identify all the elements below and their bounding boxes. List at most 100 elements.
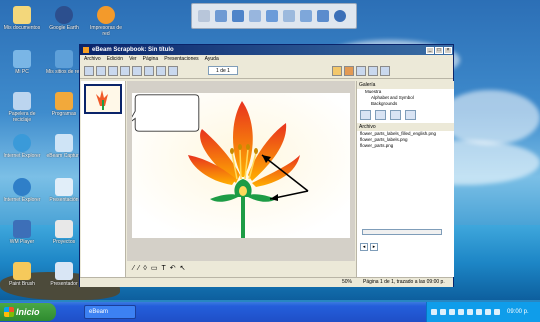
menu-edicion[interactable]: Edición (107, 56, 123, 62)
browser-icon (13, 178, 31, 196)
scrapbook-window: eBeam Scrapbook: Sin título _ □ × Archiv… (79, 44, 454, 287)
page-view-icon[interactable] (84, 65, 94, 76)
taskbar-item-ebeam[interactable]: eBeam (84, 305, 136, 319)
record-icon[interactable] (300, 10, 312, 22)
wallpaper-cloud (440, 90, 540, 145)
full-screen-icon[interactable] (108, 65, 118, 76)
toggle-panel-icon[interactable] (380, 65, 390, 76)
desktop-icon-my-documents[interactable]: Mis documentos (2, 6, 42, 31)
capture-icon[interactable] (232, 10, 244, 22)
tray-icon[interactable] (494, 309, 500, 315)
pen-tool[interactable]: ⁄ (133, 265, 134, 272)
page-info: Página 1 de 1, trazado a las 09:00 p. (363, 279, 445, 285)
globe-icon[interactable] (334, 10, 346, 22)
title-bar[interactable]: eBeam Scrapbook: Sin título _ □ × (80, 45, 453, 55)
undo-tool[interactable]: ↶ (170, 264, 176, 272)
shortcut-icon (55, 220, 73, 238)
media-icon (13, 220, 31, 238)
close-button[interactable]: × (444, 46, 452, 54)
file-item[interactable]: flower_parts.png (357, 143, 454, 149)
help-icon[interactable] (368, 65, 378, 76)
desktop-icon-programs[interactable]: Programas (44, 92, 84, 117)
copy-icon[interactable] (144, 65, 154, 76)
page-canvas[interactable]: sépalo (132, 93, 386, 238)
shape-tool[interactable]: ▭ (151, 264, 158, 272)
page-thumbnail[interactable] (84, 84, 122, 114)
desktop-icon-internet-explorer-2[interactable]: Internet Explorer (2, 178, 42, 203)
display-icon[interactable] (266, 10, 278, 22)
clock[interactable]: 09:00 p. (507, 309, 529, 315)
desktop-icon-internet-explorer[interactable]: Internet Explorer (2, 134, 42, 159)
zoom-level: 50% (342, 279, 353, 285)
import-icon[interactable] (390, 110, 401, 120)
stem (241, 197, 245, 238)
settings-icon[interactable] (356, 65, 366, 76)
desktop-icon-media-player[interactable]: WM Player (2, 220, 42, 245)
desktop-icon-printers[interactable]: Impresoras de red (86, 6, 126, 37)
callout-bubble[interactable] (132, 93, 202, 133)
main-toolbar: 1 de 1 (80, 63, 453, 79)
print-icon[interactable] (168, 65, 178, 76)
desktop-icon-paint[interactable]: Paint Brush (2, 262, 42, 287)
desktop-icon-recycle-bin[interactable]: Papelera de reciclaje (2, 92, 42, 123)
canvas-area: sépalo (127, 81, 386, 261)
tray-icon[interactable] (458, 309, 464, 315)
globe-icon (55, 6, 73, 24)
shortcut-icon (55, 262, 73, 280)
recycle-bin-icon (13, 92, 31, 110)
page-indicator[interactable]: 1 de 1 (208, 66, 238, 75)
desktop-icon-google-earth[interactable]: Google Earth (44, 6, 84, 31)
paint-icon (13, 262, 31, 280)
tray-icon[interactable] (485, 309, 491, 315)
tray-icon[interactable] (449, 309, 455, 315)
export-icon[interactable] (405, 110, 416, 120)
files-header: Archivo (357, 123, 454, 131)
folder-icon (55, 92, 73, 110)
delete-item-icon[interactable] (375, 110, 386, 120)
desktop-icon-projects[interactable]: Proyectos (44, 220, 84, 245)
screen-icon[interactable] (215, 10, 227, 22)
menu-presentaciones[interactable]: Presentaciones (164, 56, 198, 62)
pager-button[interactable]: ▸ (370, 243, 378, 251)
new-page-icon[interactable] (120, 65, 130, 76)
desktop-icon-presenter[interactable]: Presentador (44, 262, 84, 287)
desktop: Mis documentos Google Earth Impresoras d… (0, 0, 540, 322)
desktop-icon-network[interactable]: Mis sitios de red (44, 50, 84, 75)
computer-icon (13, 50, 31, 68)
delete-icon[interactable] (156, 65, 166, 76)
menu-ver[interactable]: Ver (129, 56, 137, 62)
add-item-icon[interactable] (360, 110, 371, 120)
window-title: eBeam Scrapbook: Sin título (92, 47, 174, 53)
highlighter-tool[interactable]: ⁄ (138, 265, 139, 272)
menu-archivo[interactable]: Archivo (84, 56, 101, 62)
pager-button[interactable]: ◂ (360, 243, 368, 251)
drawing-tools: ⁄ ⁄ ◊ ▭ T ↶ ↖ (127, 261, 355, 275)
text-tool[interactable]: T (161, 265, 165, 272)
gallery-title: Galería (357, 81, 454, 89)
start-button[interactable]: Inicio (0, 303, 56, 321)
monitor-icon[interactable] (249, 10, 261, 22)
browser-icon (13, 134, 31, 152)
menu-ayuda[interactable]: Ayuda (205, 56, 219, 62)
eraser-tool[interactable]: ◊ (143, 265, 146, 272)
camera-icon (55, 134, 73, 152)
minimize-button[interactable]: _ (426, 46, 434, 54)
tray-icon[interactable] (431, 309, 437, 315)
menu-pagina[interactable]: Página (143, 56, 159, 62)
save-icon[interactable] (132, 65, 142, 76)
select-tool[interactable]: ↖ (180, 264, 186, 272)
pen-tool-icon[interactable] (198, 10, 210, 22)
tray-icon[interactable] (440, 309, 446, 315)
desktop-icon-my-pc[interactable]: Mi PC (2, 50, 42, 75)
keyboard-icon[interactable] (317, 10, 329, 22)
grid-view-icon[interactable] (96, 65, 106, 76)
window-icon[interactable] (283, 10, 295, 22)
desktop-icon-presentation[interactable]: Presentación (44, 178, 84, 203)
gallery-icon[interactable] (332, 65, 342, 76)
maximize-button[interactable]: □ (435, 46, 443, 54)
network-icon[interactable] (476, 309, 482, 315)
volume-icon[interactable] (467, 309, 473, 315)
horizontal-scrollbar[interactable] (362, 229, 442, 235)
desktop-icon-ebeam-capture[interactable]: eBeam Capture (44, 134, 84, 159)
image-icon[interactable] (344, 65, 354, 76)
